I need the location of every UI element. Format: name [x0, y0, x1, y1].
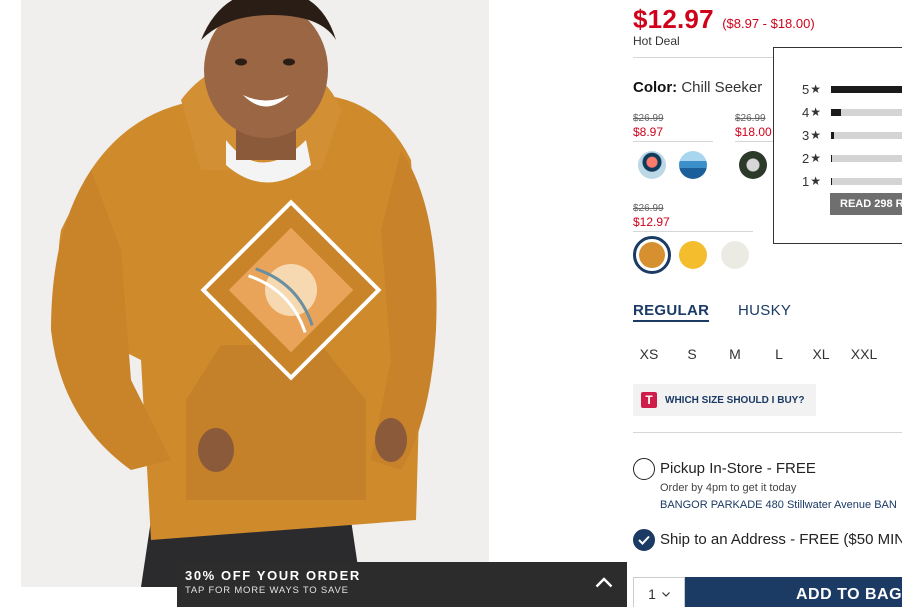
sale-price: $12.97 [633, 215, 670, 229]
ship-to-address-label: Ship to an Address - FREE ($50 MIN [660, 531, 902, 548]
rating-bar-1 [831, 178, 902, 185]
price-range: ($8.97 - $18.00) [722, 16, 815, 31]
ratings-breakdown-popup: 5 ★ 4 ★ 3 ★ 2 ★ 1 ★ READ 298 R [773, 47, 902, 244]
pickup-radio[interactable] [633, 458, 655, 480]
star-icon: ★ [810, 151, 821, 165]
current-price: $12.97 [633, 4, 714, 34]
star-count: 1 [802, 173, 810, 189]
star-count: 4 [802, 104, 810, 120]
size-m-button[interactable]: M [720, 346, 750, 362]
star-icon: ★ [810, 105, 821, 119]
rating-bar-5 [831, 86, 902, 93]
selected-color-name: Chill Seeker [681, 79, 763, 96]
color-selection-label: Color: Chill Seeker [633, 79, 762, 96]
hot-deal-badge: Hot Deal [633, 34, 680, 48]
ship-radio[interactable] [633, 529, 655, 551]
pickup-label: Pickup In-Store - FREE [660, 460, 816, 477]
rating-fill [831, 132, 834, 139]
promo-subtitle: TAP FOR MORE WAYS TO SAVE [185, 585, 349, 596]
rating-fill [831, 86, 902, 93]
star-icon: ★ [810, 174, 821, 188]
size-s-button[interactable]: S [677, 346, 707, 362]
rating-row-3[interactable]: 3 ★ [802, 127, 821, 143]
star-icon: ★ [810, 128, 821, 142]
sale-price: $18.00 [735, 125, 772, 139]
tab-husky[interactable]: HUSKY [738, 302, 791, 319]
checkmark-icon [638, 535, 650, 545]
divider [633, 141, 713, 142]
swatch-blue-stripes[interactable] [679, 151, 707, 179]
divider [633, 231, 753, 232]
original-price: $26.99 [735, 113, 766, 124]
size-guide-label: WHICH SIZE SHOULD I BUY? [665, 394, 805, 406]
swatch-navy-graphic[interactable] [739, 151, 767, 179]
price-row: $12.97 ($8.97 - $18.00) [633, 4, 815, 35]
star-count: 2 [802, 150, 810, 166]
swatch-price-group-3: $26.99 $12.97 [633, 203, 753, 232]
product-image[interactable] [21, 0, 489, 587]
true-fit-icon: T [641, 392, 657, 408]
swatch-price-group-1: $26.99 $8.97 [633, 113, 713, 142]
star-count: 3 [802, 127, 810, 143]
size-guide-button[interactable]: T WHICH SIZE SHOULD I BUY? [633, 384, 816, 416]
star-icon: ★ [810, 82, 821, 96]
rating-fill [831, 155, 832, 162]
original-price: $26.99 [633, 203, 664, 214]
color-label: Color: [633, 79, 678, 96]
chevron-up-icon[interactable] [595, 577, 613, 588]
promo-banner[interactable]: 30% OFF YOUR ORDER TAP FOR MORE WAYS TO … [177, 562, 627, 607]
rating-fill [831, 178, 832, 185]
size-xxl-button[interactable]: XXL [849, 346, 879, 362]
divider [735, 141, 775, 142]
divider [633, 432, 902, 433]
swatch-chill-seeker-selected[interactable] [633, 236, 671, 274]
promo-title: 30% OFF YOUR ORDER [185, 568, 361, 583]
size-l-button[interactable]: L [764, 346, 794, 362]
divider [633, 57, 773, 58]
swatch-price-group-2: $26.99 $18.00 [735, 113, 775, 142]
pickup-note: Order by 4pm to get it today [660, 482, 797, 494]
swatch-cream[interactable] [721, 241, 749, 269]
chevron-down-icon [661, 591, 670, 597]
tab-regular[interactable]: REGULAR [633, 302, 710, 322]
quantity-select[interactable]: 1 [633, 577, 685, 607]
swatch-yellow[interactable] [679, 241, 707, 269]
rating-bar-2 [831, 155, 902, 162]
pickup-store-link[interactable]: BANGOR PARKADE 480 Stillwater Avenue BAN [660, 499, 897, 511]
size-xs-button[interactable]: XS [634, 346, 664, 362]
read-reviews-button[interactable]: READ 298 R [830, 193, 902, 215]
rating-row-4[interactable]: 4 ★ [802, 104, 821, 120]
rating-row-5[interactable]: 5 ★ [802, 81, 821, 97]
product-photo [21, 0, 489, 587]
rating-row-1[interactable]: 1 ★ [802, 173, 821, 189]
rating-bar-3 [831, 132, 902, 139]
rating-bar-4 [831, 109, 902, 116]
swatch-palm-graphic[interactable] [638, 151, 666, 179]
rating-row-2[interactable]: 2 ★ [802, 150, 821, 166]
quantity-value: 1 [648, 586, 656, 602]
add-to-bag-button[interactable]: ADD TO BAG [685, 577, 902, 607]
size-xl-button[interactable]: XL [806, 346, 836, 362]
rating-fill [831, 109, 841, 116]
star-count: 5 [802, 81, 810, 97]
sale-price: $8.97 [633, 125, 664, 139]
original-price: $26.99 [633, 113, 664, 124]
